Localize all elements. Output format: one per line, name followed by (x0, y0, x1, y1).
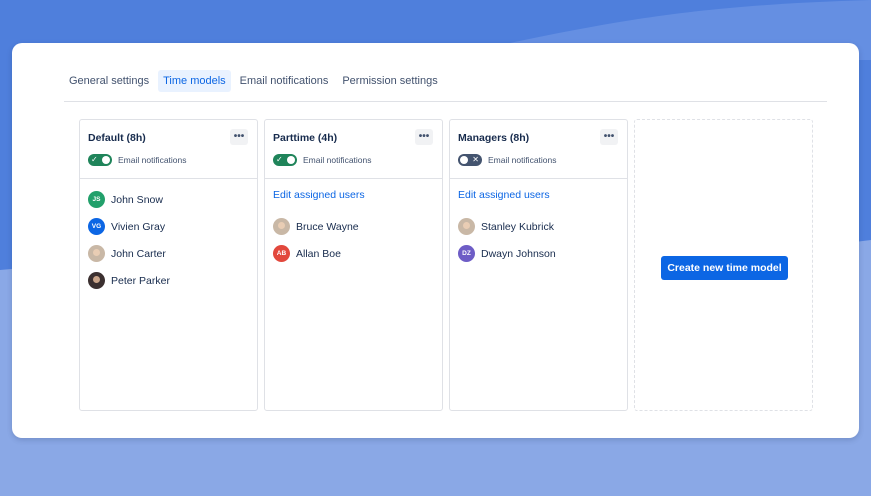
avatar: JS (88, 191, 105, 208)
list-item: Stanley Kubrick (458, 213, 619, 240)
assigned-users-list: Edit assigned users Stanley Kubrick DZ D… (450, 179, 627, 274)
avatar (458, 218, 475, 235)
avatar (88, 245, 105, 262)
user-name: Allan Boe (296, 247, 341, 260)
tab-time-models[interactable]: Time models (158, 70, 231, 92)
avatar: VG (88, 218, 105, 235)
email-notifications-label: Email notifications (303, 155, 372, 165)
avatar: AB (273, 245, 290, 262)
email-notifications-toggle-row: ✓ Email notifications (273, 154, 372, 166)
list-item: VG Vivien Gray (88, 213, 249, 240)
avatar (88, 272, 105, 289)
time-model-header: Managers (8h) ••• ✕ Email notifications (450, 120, 627, 179)
time-model-card: Managers (8h) ••• ✕ Email notifications … (449, 119, 628, 411)
time-model-header: Default (8h) ••• ✓ Email notifications (80, 120, 257, 179)
time-model-title: Default (8h) (88, 132, 146, 144)
user-name: Dwayn Johnson (481, 247, 556, 260)
time-model-title: Managers (8h) (458, 132, 530, 144)
email-notifications-toggle[interactable]: ✓ (88, 154, 112, 166)
email-notifications-toggle-row: ✕ Email notifications (458, 154, 557, 166)
more-horizontal-icon[interactable]: ••• (415, 129, 433, 145)
avatar (273, 218, 290, 235)
tab-permission-settings[interactable]: Permission settings (337, 70, 442, 92)
close-icon: ✕ (472, 155, 479, 164)
more-horizontal-icon[interactable]: ••• (600, 129, 618, 145)
time-model-card: Parttime (4h) ••• ✓ Email notifications … (264, 119, 443, 411)
email-notifications-toggle[interactable]: ✕ (458, 154, 482, 166)
assigned-users-list: Edit assigned users Bruce Wayne AB Allan… (265, 179, 442, 274)
list-item: JS John Snow (88, 186, 249, 213)
avatar: DZ (458, 245, 475, 262)
email-notifications-label: Email notifications (118, 155, 187, 165)
user-name: Bruce Wayne (296, 220, 359, 233)
list-item: John Carter (88, 240, 249, 267)
email-notifications-toggle[interactable]: ✓ (273, 154, 297, 166)
create-time-model-button[interactable]: Create new time model (661, 256, 788, 280)
tab-email-notifications[interactable]: Email notifications (235, 70, 334, 92)
email-notifications-label: Email notifications (488, 155, 557, 165)
user-name: John Carter (111, 247, 166, 260)
user-name: Vivien Gray (111, 220, 166, 233)
user-name: Stanley Kubrick (481, 220, 554, 233)
edit-assigned-users-link[interactable]: Edit assigned users (458, 186, 619, 204)
list-item: AB Allan Boe (273, 240, 434, 267)
list-item: Bruce Wayne (273, 213, 434, 240)
time-model-title: Parttime (4h) (273, 132, 338, 144)
user-name: Peter Parker (111, 274, 170, 287)
time-model-card: Default (8h) ••• ✓ Email notifications J… (79, 119, 258, 411)
time-model-header: Parttime (4h) ••• ✓ Email notifications (265, 120, 442, 179)
tab-general-settings[interactable]: General settings (64, 70, 154, 92)
email-notifications-toggle-row: ✓ Email notifications (88, 154, 187, 166)
assigned-users-list: JS John Snow VG Vivien Gray John Carter … (80, 179, 257, 301)
list-item: DZ Dwayn Johnson (458, 240, 619, 267)
new-time-model-placeholder: Create new time model (634, 119, 813, 411)
tab-bar: General settings Time models Email notif… (64, 70, 827, 102)
check-icon: ✓ (91, 155, 98, 164)
user-name: John Snow (111, 193, 163, 206)
check-icon: ✓ (276, 155, 283, 164)
settings-card: General settings Time models Email notif… (12, 43, 859, 438)
list-item: Peter Parker (88, 267, 249, 294)
more-horizontal-icon[interactable]: ••• (230, 129, 248, 145)
time-models-list: Default (8h) ••• ✓ Email notifications J… (79, 119, 813, 411)
edit-assigned-users-link[interactable]: Edit assigned users (273, 186, 434, 204)
